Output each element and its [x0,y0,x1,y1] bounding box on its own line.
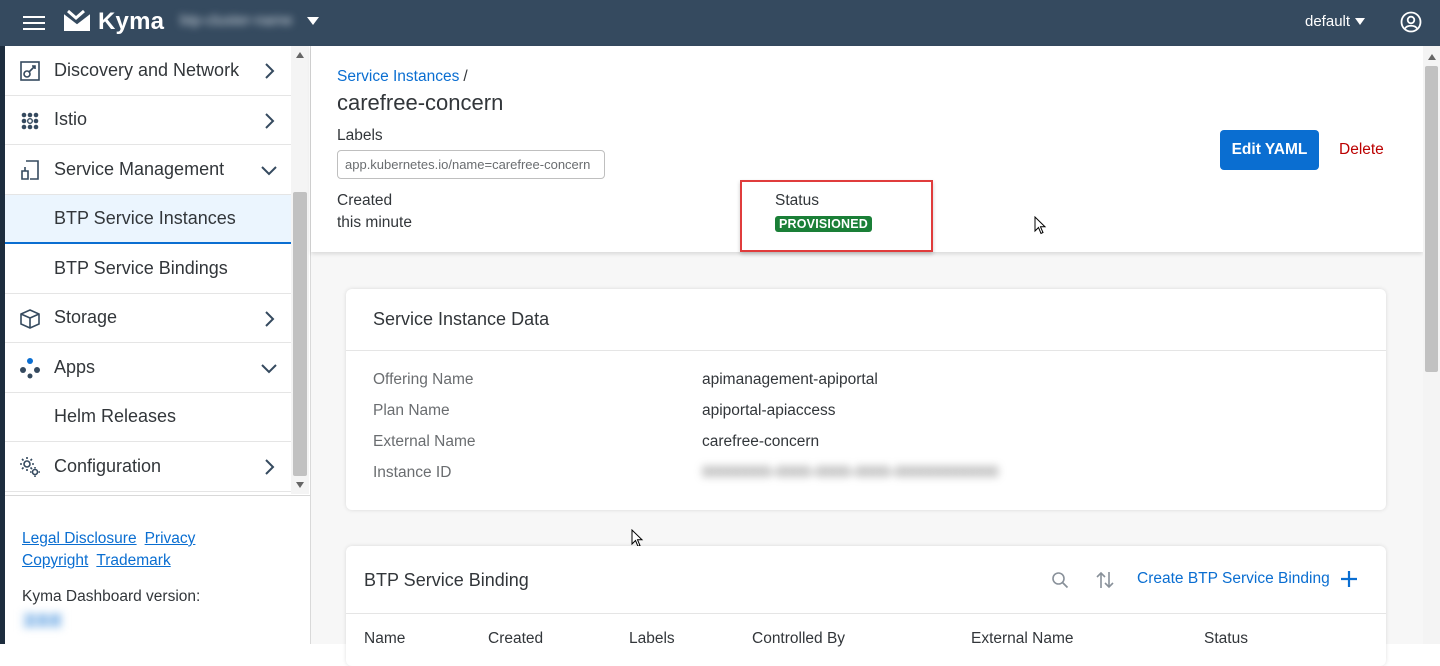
divider [346,613,1386,614]
sidebar-scrollbar[interactable] [291,46,309,494]
mouse-cursor-icon [1034,216,1047,235]
version-value[interactable]: 2.0.0 [22,612,64,629]
scroll-up-arrow-icon[interactable] [1428,54,1436,60]
sidebar-item-label: Helm Releases [54,406,177,427]
scroll-up-arrow-icon[interactable] [296,52,304,58]
gear-icon [20,457,40,477]
legal-disclosure-link[interactable]: Legal Disclosure [22,530,137,547]
chevron-down-icon [261,166,277,176]
column-header-status: Status [1204,630,1248,647]
page-title: carefree-concern [337,90,504,115]
shellbar: Kyma btp-cluster-name default [0,0,1440,46]
network-icon [20,61,40,81]
product-name: Kyma [98,8,165,35]
namespace-name: default [1305,13,1351,30]
istio-icon [21,112,39,129]
divider [5,495,311,496]
sidebar-item-label: Storage [54,307,118,328]
label-token: app.kubernetes.io/name=carefree-concern [337,150,605,179]
sidebar-item-service-management[interactable]: Service Management [5,145,291,195]
sidebar-item-btp-service-bindings[interactable]: BTP Service Bindings [5,244,291,294]
scrollbar-thumb[interactable] [293,192,307,476]
sidebar-item-storage[interactable]: Storage [5,294,291,343]
breadcrumb: Service Instances / [337,68,468,86]
apps-icon [20,358,40,379]
column-header-controlled-by: Controlled By [752,630,846,647]
offering-name-label: Offering Name [373,371,474,388]
cluster-selector[interactable]: btp-cluster-name [180,12,319,29]
sidebar-item-label: BTP Service Bindings [54,257,228,278]
sidebar-item-apps[interactable]: Apps [5,343,291,393]
user-account-icon[interactable] [1400,11,1422,33]
service-management-icon [21,160,39,180]
create-btp-service-binding-button[interactable]: Create BTP Service Binding [1137,570,1358,588]
sidebar: Discovery and Network Istio Service Mana… [5,46,311,644]
sidebar-item-configuration[interactable]: Configuration [5,442,291,492]
offering-name-value: apimanagement-apiportal [702,371,878,388]
chevron-right-icon [265,310,275,327]
external-name-label: External Name [373,433,476,450]
trademark-link[interactable]: Trademark [96,552,170,569]
highlight-box [740,180,933,252]
version-label: Kyma Dashboard version: [22,588,201,605]
edit-yaml-button[interactable]: Edit YAML [1220,130,1319,170]
btp-service-binding-card: BTP Service Binding Create BTP Service B… [346,546,1386,666]
scroll-down-arrow-icon[interactable] [296,482,304,488]
kyma-logo-icon [63,9,91,31]
column-header-labels: Labels [629,630,675,647]
breadcrumb-separator: / [463,68,468,85]
scrollbar-thumb[interactable] [1425,66,1438,372]
plan-name-label: Plan Name [373,402,450,419]
sidebar-item-label: Apps [54,356,96,377]
external-name-value: carefree-concern [702,433,820,450]
sidebar-footer: Legal Disclosure Privacy Copyright Tradema… [22,528,203,572]
copyright-link[interactable]: Copyright [22,552,88,569]
delete-button[interactable]: Delete [1331,130,1392,170]
side-navigation: Discovery and Network Istio Service Mana… [5,46,291,494]
card-title: BTP Service Binding [364,570,529,590]
cluster-name: btp-cluster-name [180,12,293,29]
sidebar-item-label: Discovery and Network [54,59,240,80]
sidebar-item-label: BTP Service Instances [54,207,236,228]
resource-header: Service Instances / carefree-concern Labe… [311,46,1423,252]
column-header-name: Name [364,630,406,647]
add-icon [1340,571,1357,587]
card-title: Service Instance Data [373,309,550,329]
sidebar-item-label: Configuration [54,455,162,476]
storage-icon [20,308,40,329]
created-value: this minute [337,214,412,231]
sidebar-item-btp-service-instances[interactable]: BTP Service Instances [5,194,291,244]
kyma-logo[interactable]: Kyma [62,8,164,36]
caret-down-icon [306,16,319,25]
privacy-link[interactable]: Privacy [145,530,196,547]
sidebar-item-helm-releases[interactable]: Helm Releases [5,393,291,442]
column-header-created: Created [488,630,544,647]
instance-id-value: 00000000-0000-0000-0000-000000000000 [702,464,999,481]
labels-label: Labels [337,127,383,144]
plan-name-value: apiportal-apiaccess [702,402,836,419]
chevron-right-icon [265,112,275,129]
create-binding-label: Create BTP Service Binding [1137,570,1330,587]
service-instance-data-card: Service Instance Data Offering Name apim… [346,289,1386,510]
divider [346,350,1386,351]
namespace-selector[interactable]: default [1305,13,1366,30]
menu-icon[interactable] [23,13,45,33]
chevron-right-icon [265,459,275,475]
created-label: Created [337,192,393,209]
main-scrollbar[interactable] [1423,46,1440,644]
caret-down-icon [1355,18,1366,25]
breadcrumb-service-instances-link[interactable]: Service Instances [337,68,459,85]
search-icon[interactable] [1051,571,1069,589]
sidebar-item-label: Service Management [54,158,225,179]
sidebar-item-istio[interactable]: Istio [5,96,291,145]
chevron-down-icon [261,364,277,374]
column-header-external-name: External Name [971,630,1074,647]
chevron-right-icon [265,63,275,79]
sidebar-item-discovery-and-network[interactable]: Discovery and Network [5,46,291,96]
sidebar-item-label: Istio [54,109,88,130]
instance-id-label: Instance ID [373,464,452,481]
sort-icon[interactable] [1095,570,1115,590]
main-content: Service Instances / carefree-concern Labe… [311,46,1423,666]
